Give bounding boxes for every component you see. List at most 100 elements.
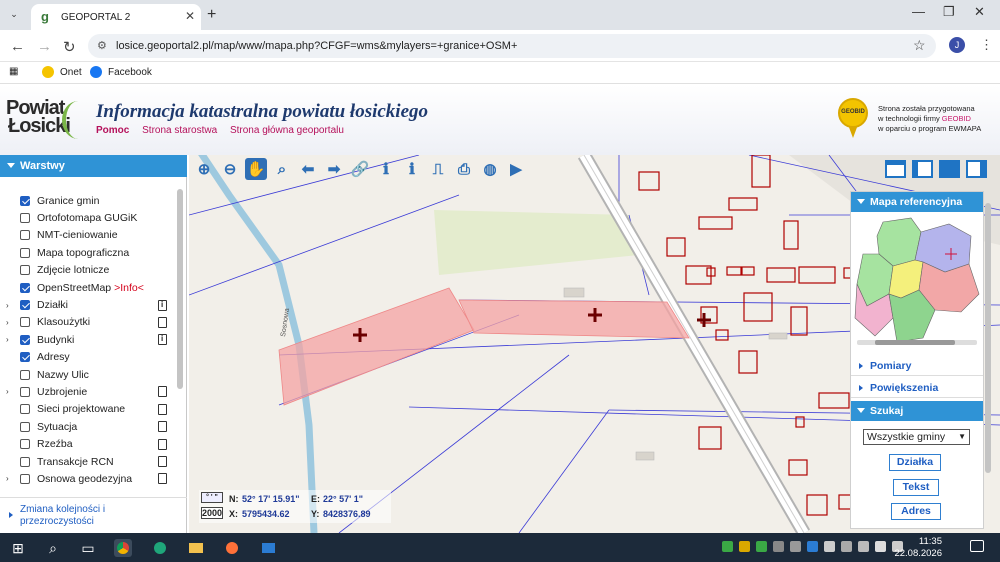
search-parcel-button[interactable]: Działka (889, 454, 941, 471)
notifications-icon[interactable] (970, 540, 984, 552)
measure-icon[interactable]: ⎍ (427, 158, 449, 180)
layer-checkbox[interactable] (20, 439, 30, 450)
geobid-link[interactable]: GEOBID (942, 114, 971, 123)
layer-item[interactable]: Sytuacja (0, 418, 176, 435)
layer-item[interactable]: Transakcje RCN (0, 453, 176, 470)
layer-checkbox[interactable] (20, 369, 30, 380)
gmina-select[interactable]: Wszystkie gminy ▼ (863, 429, 970, 445)
tray-app-icon[interactable] (824, 541, 835, 552)
layer-item[interactable]: Granice gmin (0, 192, 176, 209)
bookmark-star-icon[interactable]: ☆ (913, 37, 926, 54)
layer-checkbox[interactable] (20, 421, 30, 432)
search-icon[interactable]: ⌕ (44, 539, 62, 557)
layer-checkbox[interactable] (20, 386, 30, 397)
pan-hand-icon[interactable]: ✋ (245, 158, 267, 180)
task-view-icon[interactable]: ▭ (79, 539, 97, 557)
reference-map-header[interactable]: Mapa referencyjna (851, 192, 983, 212)
menu-kebab-icon[interactable]: ⋮ (980, 37, 993, 53)
chrome-icon[interactable] (114, 539, 132, 557)
layer-item[interactable]: Adresy (0, 349, 176, 366)
bookmark-facebook[interactable]: Facebook (90, 66, 152, 78)
expand-chevron-icon[interactable]: › (6, 335, 9, 344)
layer-checkbox[interactable] (20, 404, 30, 415)
expand-chevron-icon[interactable]: › (6, 318, 9, 327)
layout-left-icon[interactable] (912, 160, 933, 178)
info-extended-icon[interactable]: ℹ (401, 158, 423, 180)
layer-checkbox[interactable] (20, 473, 30, 484)
geobid-logo[interactable]: GEOBID (838, 98, 868, 140)
layer-checkbox[interactable] (20, 317, 30, 328)
layer-info-doc-icon[interactable] (158, 299, 167, 311)
taskbar-clock[interactable]: 11:35 22.08.2026 (894, 536, 942, 560)
link-icon[interactable]: 🔗 (349, 158, 371, 180)
globe-icon[interactable]: ◍ (479, 158, 501, 180)
layer-legend-doc-icon[interactable] (158, 473, 167, 485)
layers-scrollbar[interactable] (176, 177, 184, 497)
layer-checkbox[interactable] (20, 230, 30, 241)
bookmark-onet[interactable]: Onet (42, 66, 82, 78)
bluetooth-icon[interactable] (807, 541, 818, 552)
layer-item[interactable]: › Uzbrojenie (0, 383, 176, 400)
layer-checkbox[interactable] (20, 334, 30, 345)
scale-value[interactable]: 2000 (201, 507, 223, 519)
layer-item[interactable]: › Budynki (0, 331, 176, 348)
tray-app-icon[interactable] (841, 541, 852, 552)
restore-icon[interactable]: ❐ (943, 4, 955, 20)
layer-checkbox[interactable] (20, 265, 30, 276)
close-window-icon[interactable]: ✕ (974, 4, 985, 20)
layer-item[interactable]: › Klasoużytki (0, 314, 176, 331)
layer-checkbox[interactable] (20, 352, 30, 363)
reference-map[interactable] (853, 214, 981, 346)
layer-legend-doc-icon[interactable] (158, 438, 167, 450)
windows-start-icon[interactable]: ⊞ (9, 539, 27, 557)
right-panel-scrollbar[interactable] (984, 191, 992, 529)
starostwo-link[interactable]: Strona starostwa (142, 125, 217, 136)
profile-avatar[interactable]: J (949, 37, 965, 53)
mail-icon[interactable] (259, 539, 277, 557)
szukaj-header[interactable]: Szukaj (851, 401, 983, 421)
pomiary-section[interactable]: Pomiary (851, 356, 983, 376)
layer-legend-doc-icon[interactable] (158, 316, 167, 328)
layer-item[interactable]: › Osnowa geodezyjna (0, 470, 176, 487)
layout-split-icon[interactable] (966, 160, 987, 178)
help-link[interactable]: Pomoc (96, 125, 129, 136)
layer-item[interactable]: › Działki (0, 296, 176, 313)
volume-icon[interactable] (875, 541, 886, 552)
search-address-button[interactable]: Adres (891, 503, 941, 520)
camera-icon[interactable]: ▶ (505, 158, 527, 180)
wifi-icon[interactable] (858, 541, 869, 552)
layer-checkbox[interactable] (20, 213, 30, 224)
layer-checkbox[interactable] (20, 300, 30, 311)
back-arrow-icon[interactable]: ⬅ (297, 158, 319, 180)
info-icon[interactable]: ℹ (375, 158, 397, 180)
url-field[interactable]: ⚙ losice.geoportal2.pl/map/www/mapa.php?… (88, 34, 936, 58)
minimize-icon[interactable]: — (912, 4, 925, 19)
tab-list-icon[interactable]: ⌄ (6, 6, 22, 22)
layers-panel-header[interactable]: Warstwy (0, 155, 187, 177)
expand-chevron-icon[interactable]: › (6, 474, 9, 483)
geoportal-home-link[interactable]: Strona główna geoportalu (230, 125, 344, 136)
layer-legend-doc-icon[interactable] (158, 421, 167, 433)
expand-chevron-icon[interactable]: › (6, 387, 9, 396)
layer-item[interactable]: Sieci projektowane (0, 401, 176, 418)
layer-item[interactable]: NMT-cieniowanie (0, 227, 176, 244)
forward-icon[interactable]: → (37, 38, 52, 55)
forward-arrow-icon[interactable]: ➡ (323, 158, 345, 180)
print-icon[interactable]: ⎙ (453, 158, 475, 180)
layer-item[interactable]: Nazwy Ulic (0, 366, 176, 383)
firefox-icon[interactable] (223, 539, 241, 557)
apps-grid-icon[interactable]: ▦ (9, 66, 18, 77)
layer-legend-doc-icon[interactable] (158, 456, 167, 468)
tray-app-icon[interactable] (773, 541, 784, 552)
powiekszenia-section[interactable]: Powiększenia (851, 378, 983, 398)
site-settings-icon[interactable]: ⚙ (97, 39, 107, 52)
layer-info-link[interactable]: >Info< (114, 282, 144, 294)
back-icon[interactable]: ← (10, 38, 25, 55)
layer-legend-doc-icon[interactable] (158, 386, 167, 398)
browser-tab[interactable]: g GEOPORTAL 2 ✕ (31, 4, 201, 30)
expand-chevron-icon[interactable]: › (6, 301, 9, 310)
layer-checkbox[interactable] (20, 456, 30, 467)
layer-checkbox[interactable] (20, 247, 30, 258)
layer-checkbox[interactable] (20, 282, 30, 293)
layer-item[interactable]: Zdjęcie lotnicze (0, 262, 176, 279)
